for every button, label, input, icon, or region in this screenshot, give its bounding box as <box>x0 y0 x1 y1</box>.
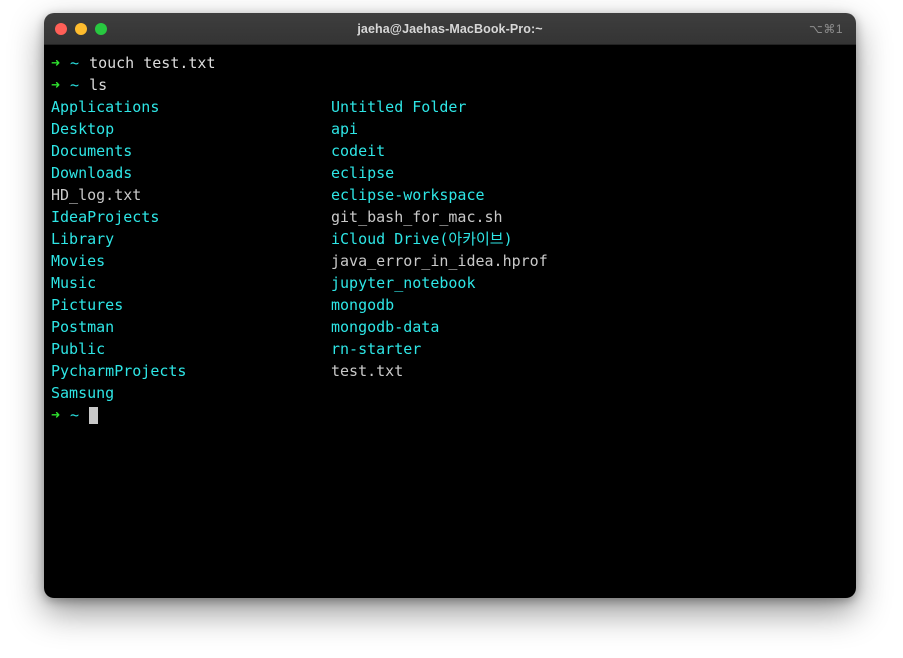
directory-entry: PycharmProjects <box>51 362 187 380</box>
prompt-line-active[interactable]: ➜ ~ <box>44 404 856 426</box>
keyboard-shortcut-indicator: ⌥⌘1 <box>808 21 843 36</box>
prompt-arrow-icon: ➜ <box>51 406 61 424</box>
directory-entry: Pictures <box>51 296 124 314</box>
directory-entry: iCloud Drive(아카이브) <box>331 230 513 248</box>
directory-entry: Downloads <box>51 164 133 182</box>
listing-row: Public rn-starter <box>44 338 856 360</box>
listing-row: Applications Untitled Folder <box>44 96 856 118</box>
prompt-line-touch: ➜ ~ touch test.txt <box>44 52 856 74</box>
window-titlebar[interactable]: jaeha@Jaehas-MacBook-Pro:~ ⌥⌘1 <box>44 13 856 45</box>
directory-entry: IdeaProjects <box>51 208 160 226</box>
directory-entry: Library <box>51 230 115 248</box>
prompt-path: ~ <box>70 54 80 72</box>
listing-row: Downloads eclipse <box>44 162 856 184</box>
prompt-line-ls: ➜ ~ ls <box>44 74 856 96</box>
command-text: ls <box>89 76 108 94</box>
terminal-output-area[interactable]: ➜ ~ touch test.txt ➜ ~ ls Applications Un… <box>44 45 856 598</box>
text-cursor <box>89 406 99 424</box>
prompt-arrow-icon: ➜ <box>51 54 61 72</box>
file-listing: Applications Untitled Folder Desktop api Doc… <box>44 96 856 404</box>
file-entry: java_error_in_idea.hprof <box>331 252 548 270</box>
maximize-button[interactable] <box>95 22 107 35</box>
directory-entry: rn-starter <box>331 340 422 358</box>
file-entry: HD_log.txt <box>51 186 142 204</box>
file-entry: test.txt <box>331 362 404 380</box>
listing-row: Pictures mongodb <box>44 294 856 316</box>
directory-entry: mongodb <box>331 296 395 314</box>
traffic-light-group <box>55 22 107 35</box>
directory-entry: Postman <box>51 318 115 336</box>
directory-entry: Documents <box>51 142 133 160</box>
desktop-background: jaeha@Jaehas-MacBook-Pro:~ ⌥⌘1 ➜ ~ touch… <box>0 0 903 658</box>
minimize-button[interactable] <box>75 22 87 35</box>
directory-entry: Untitled Folder <box>331 98 467 116</box>
directory-entry: Samsung <box>51 384 115 402</box>
listing-row: Documents codeit <box>44 140 856 162</box>
listing-row: PycharmProjects test.txt <box>44 360 856 382</box>
listing-row: HD_log.txt eclipse-workspace <box>44 184 856 206</box>
directory-entry: mongodb-data <box>331 318 440 336</box>
listing-row: Music jupyter_notebook <box>44 272 856 294</box>
directory-entry: Desktop <box>51 120 115 138</box>
directory-entry: Applications <box>51 98 160 116</box>
command-text: touch test.txt <box>89 54 216 72</box>
file-entry: git_bash_for_mac.sh <box>331 208 503 226</box>
directory-entry: api <box>331 120 359 138</box>
directory-entry: Public <box>51 340 106 358</box>
directory-entry: eclipse <box>331 164 395 182</box>
prompt-path: ~ <box>70 76 80 94</box>
window-title: jaeha@Jaehas-MacBook-Pro:~ <box>357 21 543 36</box>
listing-row: Desktop api <box>44 118 856 140</box>
listing-row: Postman mongodb-data <box>44 316 856 338</box>
terminal-window: jaeha@Jaehas-MacBook-Pro:~ ⌥⌘1 ➜ ~ touch… <box>44 13 856 598</box>
listing-row: Samsung <box>44 382 856 404</box>
prompt-arrow-icon: ➜ <box>51 76 61 94</box>
directory-entry: eclipse-workspace <box>331 186 485 204</box>
listing-row: Movies java_error_in_idea.hprof <box>44 250 856 272</box>
directory-entry: Music <box>51 274 97 292</box>
close-button[interactable] <box>55 22 67 35</box>
listing-row: Library iCloud Drive(아카이브) <box>44 228 856 250</box>
directory-entry: jupyter_notebook <box>331 274 476 292</box>
listing-row: IdeaProjects git_bash_for_mac.sh <box>44 206 856 228</box>
directory-entry: Movies <box>51 252 106 270</box>
directory-entry: codeit <box>331 142 386 160</box>
prompt-path: ~ <box>70 406 80 424</box>
